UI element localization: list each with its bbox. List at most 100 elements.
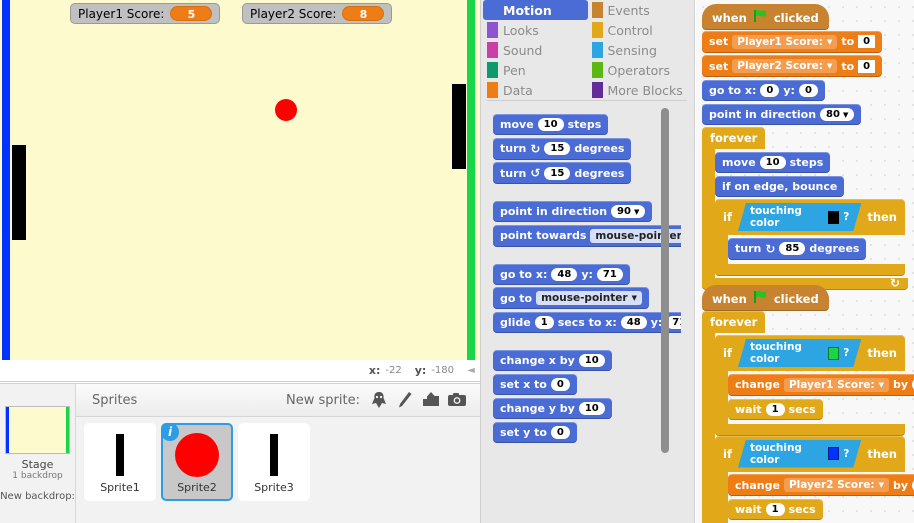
block-when-flag-clicked[interactable]: when clicked: [702, 4, 829, 30]
palette-block-go-to-xy[interactable]: go to x: 48 y: 71: [493, 263, 630, 285]
block-number-input[interactable]: 10: [759, 156, 786, 169]
script-ball-movement[interactable]: when clicked set Player1 Score: ▼ to 0 se…: [702, 4, 908, 290]
palette-block-go-to-target[interactable]: go to mouse-pointer ▼: [493, 287, 649, 309]
x-coord-value: -22: [385, 365, 402, 376]
block-number-input[interactable]: 85: [779, 242, 806, 255]
block-if-label-row[interactable]: if touching color ? then: [715, 435, 905, 472]
variable-readout-player2[interactable]: Player2 Score: 8: [242, 3, 393, 24]
stage-thumbnail[interactable]: [5, 406, 70, 454]
block-direction-dropdown[interactable]: 80 ▼: [820, 108, 855, 121]
block-wait-secs[interactable]: wait 1 secs: [728, 499, 823, 520]
block-number-input[interactable]: 10: [537, 118, 564, 131]
block-number-input[interactable]: 1: [765, 402, 785, 416]
sprite-ball[interactable]: [275, 99, 297, 121]
block-change-player1-score[interactable]: change Player1 Score:▼ by 1: [728, 373, 914, 396]
block-forever-label-row[interactable]: forever: [702, 127, 766, 149]
block-go-to-xy[interactable]: go to x: 0 y: 0: [702, 80, 825, 101]
block-forever-loop[interactable]: forever if touching color ? then change …: [702, 311, 914, 523]
palette-block-turn-ccw[interactable]: turn ↺ 15 degrees: [493, 162, 632, 184]
palette-block-change-y[interactable]: change y by 10: [493, 398, 612, 419]
palette-block-point-in-direction[interactable]: point in direction 90 ▼: [493, 201, 653, 222]
block-if-on-edge-bounce[interactable]: if on edge, bounce: [715, 176, 845, 197]
block-number-input[interactable]: 0: [550, 426, 570, 439]
block-change-player2-score[interactable]: change Player2 Score:▼ by 1: [728, 474, 914, 496]
block-label: set y to: [500, 426, 547, 439]
block-if-label-row[interactable]: if touching color ? then: [715, 199, 905, 235]
block-y-input[interactable]: 0: [798, 84, 818, 97]
block-secs-input[interactable]: 1: [534, 316, 554, 329]
block-number-input[interactable]: 1: [765, 503, 785, 516]
block-number-input[interactable]: 0: [550, 378, 570, 391]
collapse-arrow-icon[interactable]: ◄: [464, 364, 478, 378]
block-touching-color[interactable]: touching color ?: [738, 339, 861, 367]
variable-readout-player1[interactable]: Player1 Score: 5: [70, 3, 221, 24]
block-number-input[interactable]: 10: [578, 402, 605, 415]
stage[interactable]: Player1 Score: 5 Player2 Score: 8: [0, 0, 480, 360]
block-x-input[interactable]: 48: [620, 316, 647, 329]
palette-block-set-y[interactable]: set y to 0: [493, 422, 577, 443]
palette-block-move-steps[interactable]: move 10 steps: [493, 114, 609, 135]
sprite-cell-sprite3[interactable]: Sprite3: [238, 423, 310, 501]
block-y-input[interactable]: 71: [596, 267, 623, 281]
color-picker-swatch[interactable]: [828, 211, 840, 224]
block-set-player2-score[interactable]: set Player2 Score: ▼ to 0: [702, 55, 883, 77]
block-variable-dropdown[interactable]: Player1 Score: ▼: [783, 377, 890, 392]
block-point-in-direction[interactable]: point in direction 80 ▼: [702, 104, 862, 125]
block-set-player1-score[interactable]: set Player1 Score: ▼ to 0: [702, 30, 883, 53]
sprite-cell-sprite1[interactable]: Sprite1: [84, 423, 156, 501]
color-picker-swatch[interactable]: [828, 347, 840, 360]
script-scoring[interactable]: when clicked forever if touching color ?…: [702, 285, 914, 523]
color-picker-swatch[interactable]: [828, 447, 840, 460]
category-motion[interactable]: Motion: [483, 0, 588, 20]
camera-sprite-icon[interactable]: [446, 390, 468, 410]
block-direction-dropdown[interactable]: 90 ▼: [611, 205, 646, 218]
category-operators[interactable]: Operators: [588, 60, 693, 80]
sprite-cell-sprite2[interactable]: i Sprite2: [161, 423, 233, 501]
block-number-input[interactable]: 15: [544, 142, 571, 155]
sprite-info-icon[interactable]: i: [161, 423, 179, 441]
palette-block-change-x[interactable]: change x by 10: [493, 350, 612, 371]
block-turn-degrees[interactable]: turn ↻ 85 degrees: [728, 237, 867, 260]
block-touching-color[interactable]: touching color ?: [738, 440, 861, 468]
block-move-steps[interactable]: move 10 steps: [715, 152, 831, 173]
block-variable-dropdown[interactable]: Player2 Score: ▼: [732, 59, 838, 73]
block-if-label-row[interactable]: if touching color ? then: [715, 335, 905, 371]
block-value-input[interactable]: 0: [858, 35, 876, 48]
choose-sprite-icon[interactable]: [368, 390, 390, 410]
category-events[interactable]: Events: [588, 0, 693, 20]
category-control[interactable]: Control: [588, 20, 693, 40]
paint-sprite-icon[interactable]: [394, 390, 416, 410]
category-sensing[interactable]: Sensing: [588, 40, 693, 60]
category-data[interactable]: Data: [483, 80, 588, 100]
block-when-flag-clicked[interactable]: when clicked: [702, 285, 829, 311]
sprite-paddle-left[interactable]: [12, 145, 26, 240]
mouse-coordinate-bar: x: -22 y: -180: [0, 360, 480, 382]
block-variable-dropdown[interactable]: Player1 Score: ▼: [732, 34, 838, 49]
palette-scrollbar[interactable]: [661, 108, 669, 453]
block-if-touching-blue[interactable]: if touching color ? then change Player2 …: [715, 435, 914, 523]
scripts-area[interactable]: when clicked set Player1 Score: ▼ to 0 se…: [696, 0, 914, 523]
sprite-paddle-right[interactable]: [452, 84, 466, 169]
block-touching-color[interactable]: touching color ?: [738, 203, 861, 231]
block-wait-secs[interactable]: wait 1 secs: [728, 398, 823, 420]
block-target-dropdown[interactable]: mouse-pointer▼: [536, 291, 642, 305]
palette-block-turn-cw[interactable]: turn ↻ 15 degrees: [493, 137, 632, 160]
category-pen[interactable]: Pen: [483, 60, 588, 80]
block-x-input[interactable]: 0: [760, 84, 780, 97]
block-if-touching-green[interactable]: if touching color ? then change Player1 …: [715, 335, 914, 436]
category-sound[interactable]: Sound: [483, 40, 588, 60]
block-forever-loop[interactable]: forever move 10 steps if on edge, bounce…: [702, 127, 908, 290]
palette-block-glide[interactable]: glide 1 secs to x: 48 y: 71: [493, 312, 681, 333]
category-looks[interactable]: Looks: [483, 20, 588, 40]
block-variable-dropdown[interactable]: Player2 Score: ▼: [783, 478, 890, 492]
block-forever-label-row[interactable]: forever: [702, 311, 766, 333]
palette-block-point-towards[interactable]: point towards mouse-pointer▼: [493, 224, 681, 247]
block-number-input[interactable]: 10: [578, 354, 605, 367]
upload-sprite-icon[interactable]: [420, 390, 442, 410]
block-if-touching-black[interactable]: if touching color ? then turn ↻ 85 degre…: [715, 199, 908, 276]
palette-block-set-x[interactable]: set x to 0: [493, 374, 577, 395]
block-x-input[interactable]: 48: [551, 267, 578, 281]
block-value-input[interactable]: 0: [858, 59, 876, 73]
category-more-blocks[interactable]: More Blocks: [588, 80, 693, 100]
block-number-input[interactable]: 15: [544, 166, 571, 180]
